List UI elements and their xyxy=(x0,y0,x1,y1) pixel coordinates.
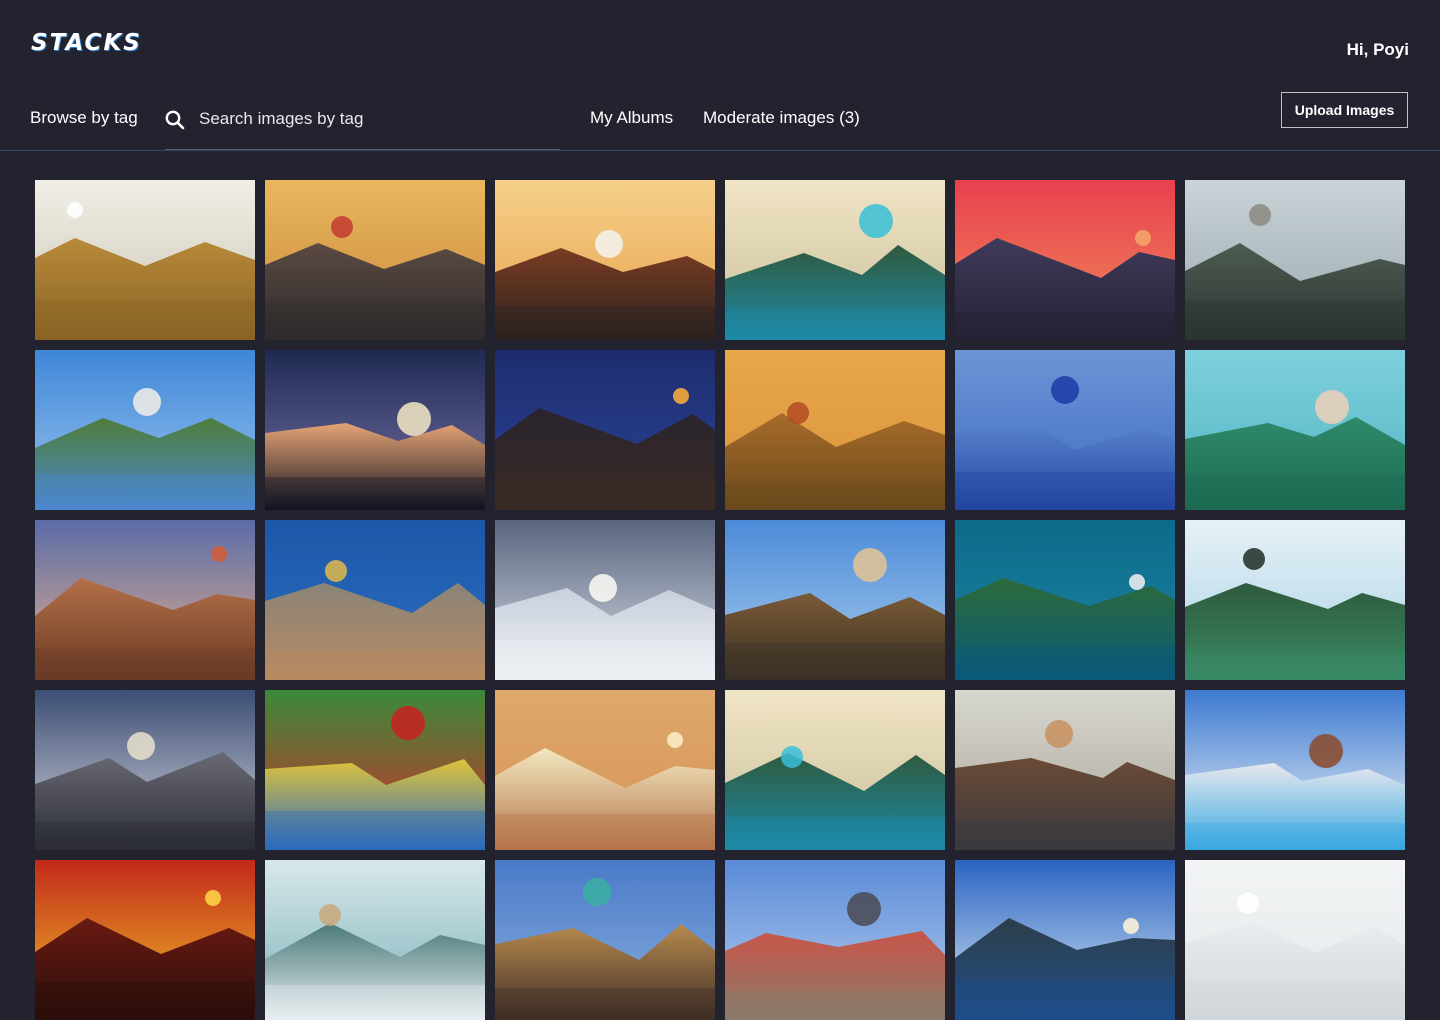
image-thumbnail-golden-temple-fields[interactable] xyxy=(725,350,945,510)
user-greeting[interactable]: Hi, Poyi xyxy=(1347,40,1409,60)
image-thumbnail-mother-child-coast[interactable] xyxy=(265,520,485,680)
image-thumbnail-hot-air-balloons[interactable] xyxy=(35,520,255,680)
moderate-images-link[interactable]: Moderate images (3) xyxy=(703,108,860,128)
browse-by-tag-link[interactable]: Browse by tag xyxy=(30,108,138,128)
image-thumbnail-palm-pool-2[interactable] xyxy=(725,690,945,850)
image-thumbnail-old-town-square[interactable] xyxy=(725,860,945,1020)
image-thumbnail-beach-campfire[interactable] xyxy=(495,350,715,510)
image-thumbnail-rainbow-beach[interactable] xyxy=(35,690,255,850)
image-thumbnail-savanna-grassland[interactable] xyxy=(35,180,255,340)
search-input[interactable] xyxy=(199,106,549,132)
upload-images-button[interactable]: Upload Images xyxy=(1281,92,1408,128)
image-thumbnail-misty-sky[interactable] xyxy=(1185,860,1405,1020)
image-thumbnail-lion-statue-sea[interactable] xyxy=(955,860,1175,1020)
app-logo[interactable]: STACKS xyxy=(31,30,142,56)
image-thumbnail-snowy-mountain-sky[interactable] xyxy=(495,520,715,680)
my-albums-link[interactable]: My Albums xyxy=(590,108,673,128)
image-thumbnail-blue-street[interactable] xyxy=(955,350,1175,510)
image-thumbnail-cheers-glasses[interactable] xyxy=(495,690,715,850)
image-thumbnail-palm-pool[interactable] xyxy=(725,180,945,340)
search-icon[interactable] xyxy=(165,110,185,130)
image-thumbnail-pier-pink-sunset[interactable] xyxy=(955,180,1175,340)
image-thumbnail-balcony-fjord[interactable] xyxy=(265,860,485,1020)
search-bar xyxy=(165,96,560,150)
image-thumbnail-hiker-mountain-sunset[interactable] xyxy=(265,180,485,340)
image-thumbnail-snorkeler[interactable] xyxy=(1185,350,1405,510)
image-thumbnail-taj-mahal[interactable] xyxy=(35,350,255,510)
image-thumbnail-canal-houses[interactable] xyxy=(725,520,945,680)
image-thumbnail-milky-way[interactable] xyxy=(265,350,485,510)
image-thumbnail-convertible-road-sunset[interactable] xyxy=(495,180,715,340)
image-thumbnail-city-crosswalk[interactable] xyxy=(955,690,1175,850)
image-thumbnail-colonial-street[interactable] xyxy=(495,860,715,1020)
header-divider xyxy=(0,150,1440,151)
image-thumbnail-colorful-stairs[interactable] xyxy=(265,690,485,850)
image-thumbnail-cliff-valley[interactable] xyxy=(1185,180,1405,340)
image-grid xyxy=(35,180,1405,1020)
image-thumbnail-lagoon-boat[interactable] xyxy=(1185,520,1405,680)
image-thumbnail-cruise-ship[interactable] xyxy=(955,520,1175,680)
image-thumbnail-resort-pool-clouds[interactable] xyxy=(1185,690,1405,850)
image-thumbnail-neon-street[interactable] xyxy=(35,860,255,1020)
